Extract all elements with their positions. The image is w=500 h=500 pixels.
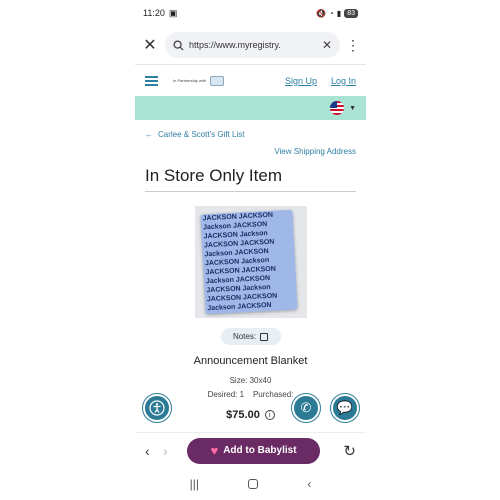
partner-text: In Partnership with	[173, 78, 207, 83]
partner-logo: In Partnership with	[173, 75, 225, 86]
log-in-link[interactable]: Log In	[331, 76, 356, 86]
site-header: In Partnership with Sign Up Log In	[135, 64, 366, 96]
address-bar[interactable]: https://www.myregistry. ✕	[165, 32, 340, 58]
signal-icon: ▮	[336, 8, 342, 18]
notes-icon	[260, 332, 269, 341]
desired-count: Desired: 1	[207, 390, 245, 399]
search-icon	[173, 39, 184, 51]
browser-toolbar: ✕ https://www.myregistry. ✕ ⋮	[135, 26, 366, 64]
partner-logo-mark	[210, 75, 225, 86]
recents-icon[interactable]: |||	[190, 477, 199, 491]
url-text: https://www.myregistry.	[189, 40, 281, 50]
page-title: In Store Only Item	[145, 166, 356, 192]
purchased-count: Purchased:	[252, 390, 294, 399]
product-quantities: Desired: 1 Purchased:	[135, 390, 366, 399]
product-image[interactable]: JACKSON JACKSON Jackson JACKSON JACKSON …	[194, 206, 307, 318]
phone-icon[interactable]: ✆	[292, 394, 320, 422]
hamburger-icon[interactable]	[145, 75, 158, 86]
chat-icon[interactable]: 💬	[331, 394, 359, 422]
accessibility-icon[interactable]	[143, 394, 171, 422]
close-icon[interactable]: ✕	[141, 35, 159, 55]
chevron-down-icon[interactable]: ▼	[349, 105, 356, 112]
reload-icon[interactable]: ↻	[343, 442, 356, 460]
forward-nav-icon[interactable]: ›	[163, 443, 181, 459]
notes-button[interactable]: Notes:	[220, 328, 281, 345]
cta-label: Add to Babylist	[223, 445, 297, 456]
notes-label: Notes:	[232, 332, 257, 341]
battery-indicator: 83	[344, 8, 358, 18]
screenshot-icon: ▣	[168, 7, 178, 18]
sign-up-link[interactable]: Sign Up	[285, 76, 317, 86]
kebab-menu-icon[interactable]: ⋮	[346, 37, 360, 54]
locale-bar: ▼	[135, 96, 366, 120]
view-shipping-link[interactable]: View Shipping Address	[135, 147, 356, 156]
product-size: Size: 30x40	[229, 376, 272, 385]
back-nav-icon[interactable]: ‹	[145, 443, 163, 459]
system-nav-bar: ||| ‹	[135, 472, 366, 496]
heart-icon: ♥	[210, 443, 219, 458]
clear-icon[interactable]: ✕	[322, 38, 332, 52]
back-arrow-icon: ←	[145, 130, 153, 139]
home-icon[interactable]	[248, 479, 259, 489]
mute-icon: 🔇	[315, 8, 326, 18]
us-flag-icon[interactable]	[330, 101, 345, 115]
add-to-babylist-button[interactable]: ♥ Add to Babylist	[187, 437, 320, 464]
product-name: Announcement Blanket	[193, 355, 308, 367]
status-bar: 11:20 ▣ 🔇 ◔ ▮ 83	[135, 0, 366, 26]
info-icon[interactable]: i	[264, 410, 275, 420]
price-value: $75.00	[226, 409, 260, 421]
phone-screen: 11:20 ▣ 🔇 ◔ ▮ 83 ✕ https://www.myregistr…	[135, 0, 366, 500]
status-time: 11:20	[143, 8, 165, 18]
blanket-illustration: JACKSON JACKSON Jackson JACKSON JACKSON …	[199, 209, 298, 315]
wifi-icon: ◔	[328, 8, 334, 18]
back-link[interactable]: ← Carlee & Scott's Gift List	[145, 130, 356, 139]
bottom-action-bar: ‹ › ♥ Add to Babylist ↻	[135, 432, 366, 468]
system-back-icon[interactable]: ‹	[307, 477, 311, 491]
back-link-label: Carlee & Scott's Gift List	[158, 130, 245, 139]
